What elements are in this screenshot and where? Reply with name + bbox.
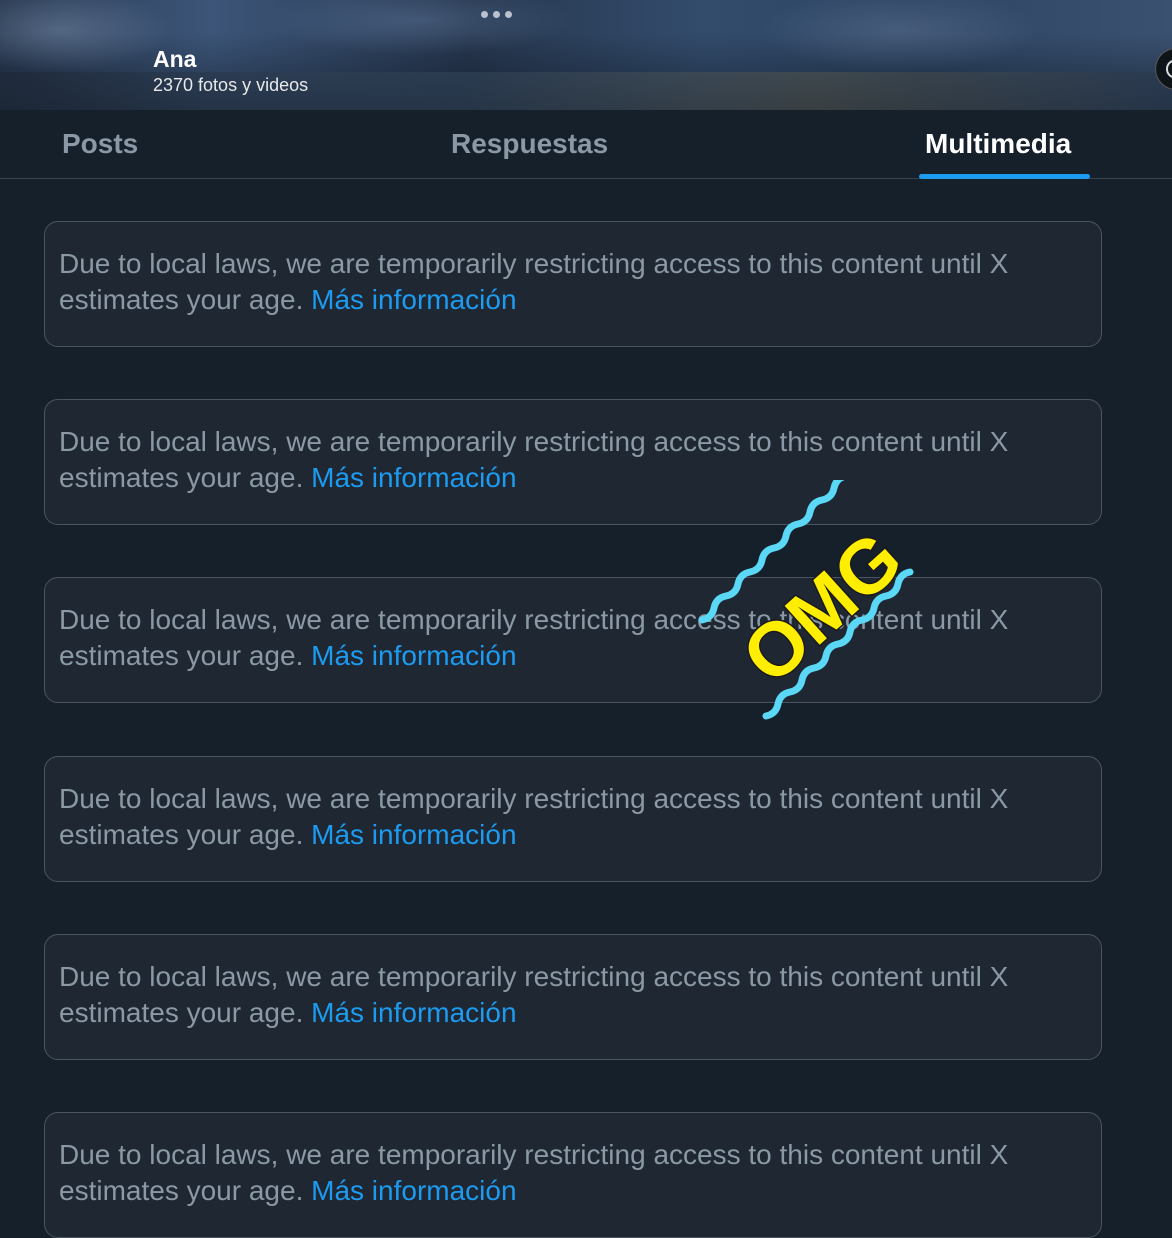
notice-body: Due to local laws, we are temporarily re… bbox=[59, 602, 1089, 674]
notice-body: Due to local laws, we are temporarily re… bbox=[59, 424, 1089, 496]
refresh-icon[interactable] bbox=[1155, 48, 1172, 90]
tab-multimedia[interactable]: Multimedia bbox=[925, 110, 1071, 178]
notice-body: Due to local laws, we are temporarily re… bbox=[59, 781, 1089, 853]
active-tab-indicator bbox=[919, 174, 1090, 179]
notice-message: Due to local laws, we are temporarily re… bbox=[59, 1139, 1009, 1206]
notice-body: Due to local laws, we are temporarily re… bbox=[59, 246, 1089, 318]
notice-body: Due to local laws, we are temporarily re… bbox=[59, 959, 1089, 1031]
more-info-link[interactable]: Más información bbox=[311, 1175, 516, 1206]
notice-message: Due to local laws, we are temporarily re… bbox=[59, 248, 1009, 315]
more-info-link[interactable]: Más información bbox=[311, 997, 516, 1028]
tab-respuestas[interactable]: Respuestas bbox=[451, 110, 608, 178]
notice-body: Due to local laws, we are temporarily re… bbox=[59, 1137, 1089, 1209]
more-info-link[interactable]: Más información bbox=[311, 284, 516, 315]
profile-name: Ana bbox=[153, 46, 197, 72]
media-count: 2370 fotos y videos bbox=[153, 75, 309, 95]
more-info-link[interactable]: Más información bbox=[311, 819, 516, 850]
more-info-link[interactable]: Más información bbox=[311, 640, 516, 671]
notice-message: Due to local laws, we are temporarily re… bbox=[59, 961, 1009, 1028]
notice-message: Due to local laws, we are temporarily re… bbox=[59, 426, 1009, 493]
restriction-notice: Due to local laws, we are temporarily re… bbox=[44, 934, 1102, 1060]
tab-posts[interactable]: Posts bbox=[62, 110, 138, 178]
restriction-notice: Due to local laws, we are temporarily re… bbox=[44, 221, 1102, 347]
restriction-notice: Due to local laws, we are temporarily re… bbox=[44, 756, 1102, 882]
restriction-notice: Due to local laws, we are temporarily re… bbox=[44, 577, 1102, 703]
notice-message: Due to local laws, we are temporarily re… bbox=[59, 604, 1009, 671]
more-info-link[interactable]: Más información bbox=[311, 462, 516, 493]
restriction-notice: Due to local laws, we are temporarily re… bbox=[44, 399, 1102, 525]
profile-banner: Ana 2370 fotos y videos bbox=[0, 0, 1172, 110]
profile-tabs: Posts Respuestas Multimedia bbox=[0, 110, 1172, 179]
more-options-icon[interactable] bbox=[481, 11, 512, 18]
notice-message: Due to local laws, we are temporarily re… bbox=[59, 783, 1009, 850]
restriction-notice: Due to local laws, we are temporarily re… bbox=[44, 1112, 1102, 1238]
